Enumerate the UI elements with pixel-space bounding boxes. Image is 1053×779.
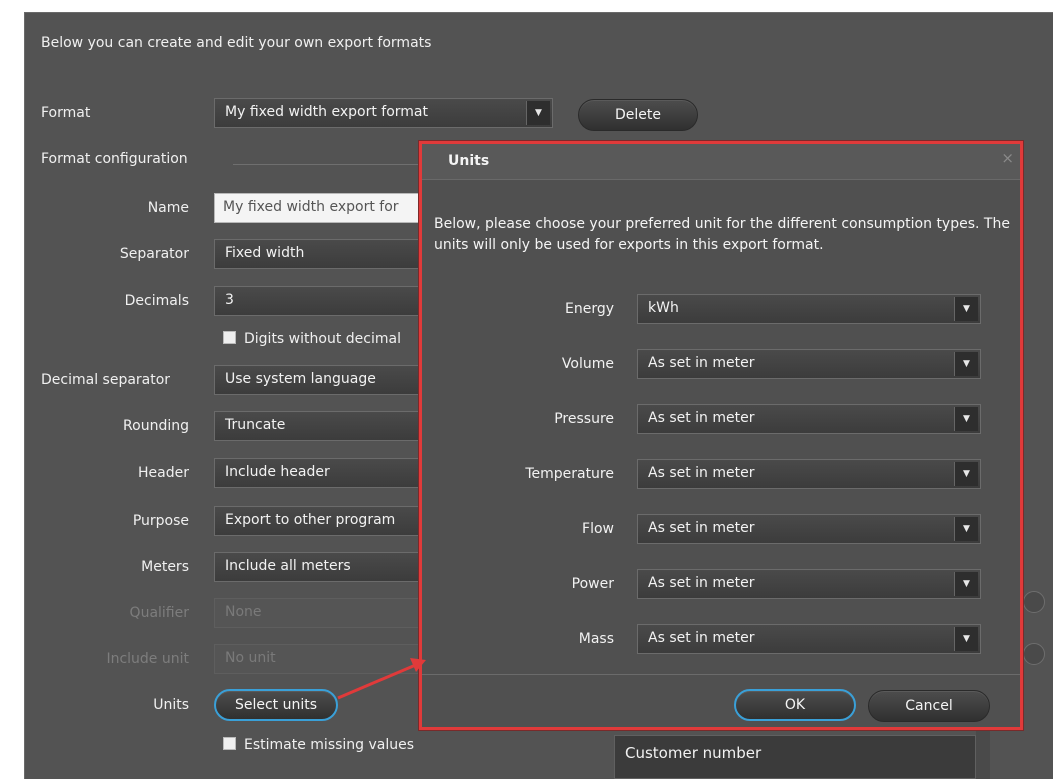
separator-label: Separator xyxy=(119,246,189,262)
qualifier-dropdown: None xyxy=(214,598,434,628)
unit-label-power: Power xyxy=(571,576,614,592)
ok-button[interactable]: OK xyxy=(734,689,856,721)
close-icon[interactable]: × xyxy=(1001,149,1014,167)
section-divider xyxy=(233,164,433,165)
decimal-separator-label: Decimal separator xyxy=(41,372,171,388)
format-configuration-label: Format configuration xyxy=(41,151,188,167)
chevron-down-icon: ▼ xyxy=(954,407,978,431)
unit-dropdown-value: As set in meter xyxy=(648,575,755,591)
chevron-down-icon: ▼ xyxy=(954,572,978,596)
unit-dropdown-mass[interactable]: As set in meter ▼ xyxy=(637,624,981,654)
dialog-footer-divider xyxy=(422,674,1020,675)
chevron-down-icon: ▼ xyxy=(954,297,978,321)
purpose-label: Purpose xyxy=(132,513,189,529)
dialog-description: Below, please choose your preferred unit… xyxy=(434,216,1010,253)
decimals-label: Decimals xyxy=(124,293,189,309)
meters-dropdown[interactable]: Include all meters xyxy=(214,552,434,582)
qualifier-label: Qualifier xyxy=(129,605,189,621)
meters-label: Meters xyxy=(141,559,189,575)
digits-without-decimal-label: Digits without decimal xyxy=(244,331,401,347)
unit-dropdown-value: As set in meter xyxy=(648,465,755,481)
format-label: Format xyxy=(41,105,91,121)
unit-dropdown-flow[interactable]: As set in meter ▼ xyxy=(637,514,981,544)
decimal-separator-dropdown[interactable]: Use system language xyxy=(214,365,434,395)
side-circle-button[interactable] xyxy=(1023,591,1045,613)
header-label: Header xyxy=(138,465,189,481)
unit-label-temperature: Temperature xyxy=(525,466,614,482)
header-dropdown[interactable]: Include header xyxy=(214,458,434,488)
format-dropdown-value: My fixed width export format xyxy=(225,104,428,120)
estimate-missing-values-row[interactable]: Estimate missing values xyxy=(223,737,414,753)
intro-text: Below you can create and edit your own e… xyxy=(41,35,432,51)
unit-dropdown-volume[interactable]: As set in meter ▼ xyxy=(637,349,981,379)
digits-without-decimal-checkbox[interactable] xyxy=(223,331,236,344)
unit-label-pressure: Pressure xyxy=(554,411,614,427)
units-dialog: Units × Below, please choose your prefer… xyxy=(419,141,1023,730)
rounding-label: Rounding xyxy=(123,418,189,434)
estimate-missing-values-checkbox[interactable] xyxy=(223,737,236,750)
unit-dropdown-energy[interactable]: kWh ▼ xyxy=(637,294,981,324)
dialog-title-bar: Units × xyxy=(422,144,1020,180)
digits-without-decimal-row[interactable]: Digits without decimal xyxy=(223,331,401,347)
include-unit-label: Include unit xyxy=(106,651,189,667)
name-label: Name xyxy=(147,200,189,216)
customer-number-label: Customer number xyxy=(625,744,762,762)
cancel-button[interactable]: Cancel xyxy=(868,690,990,722)
unit-dropdown-value: As set in meter xyxy=(648,410,755,426)
dialog-title: Units xyxy=(448,153,490,169)
unit-dropdown-value: As set in meter xyxy=(648,355,755,371)
name-field[interactable]: My fixed width export for xyxy=(214,193,434,223)
unit-dropdown-power[interactable]: As set in meter ▼ xyxy=(637,569,981,599)
unit-label-energy: Energy xyxy=(564,301,614,317)
separator-dropdown[interactable]: Fixed width xyxy=(214,239,434,269)
rounding-dropdown[interactable]: Truncate xyxy=(214,411,434,441)
customer-number-column[interactable]: Customer number xyxy=(614,735,976,779)
chevron-down-icon: ▼ xyxy=(954,352,978,376)
unit-dropdown-pressure[interactable]: As set in meter ▼ xyxy=(637,404,981,434)
chevron-down-icon: ▼ xyxy=(954,627,978,651)
units-label: Units xyxy=(153,697,189,713)
include-unit-dropdown: No unit xyxy=(214,644,434,674)
unit-label-volume: Volume xyxy=(561,356,614,372)
unit-dropdown-value: kWh xyxy=(648,300,679,316)
unit-label-flow: Flow xyxy=(582,521,614,537)
chevron-down-icon: ▼ xyxy=(954,517,978,541)
chevron-down-icon: ▼ xyxy=(954,462,978,486)
chevron-down-icon: ▼ xyxy=(526,101,550,125)
decimals-field[interactable]: 3 xyxy=(214,286,434,316)
delete-button[interactable]: Delete xyxy=(578,99,698,131)
side-circle-button-2[interactable] xyxy=(1023,643,1045,665)
unit-dropdown-temperature[interactable]: As set in meter ▼ xyxy=(637,459,981,489)
unit-dropdown-value: As set in meter xyxy=(648,520,755,536)
estimate-missing-values-label: Estimate missing values xyxy=(244,737,415,753)
unit-dropdown-value: As set in meter xyxy=(648,630,755,646)
select-units-button[interactable]: Select units xyxy=(214,689,338,721)
unit-label-mass: Mass xyxy=(578,631,614,647)
format-dropdown[interactable]: My fixed width export format ▼ xyxy=(214,98,553,128)
purpose-dropdown[interactable]: Export to other program xyxy=(214,506,434,536)
